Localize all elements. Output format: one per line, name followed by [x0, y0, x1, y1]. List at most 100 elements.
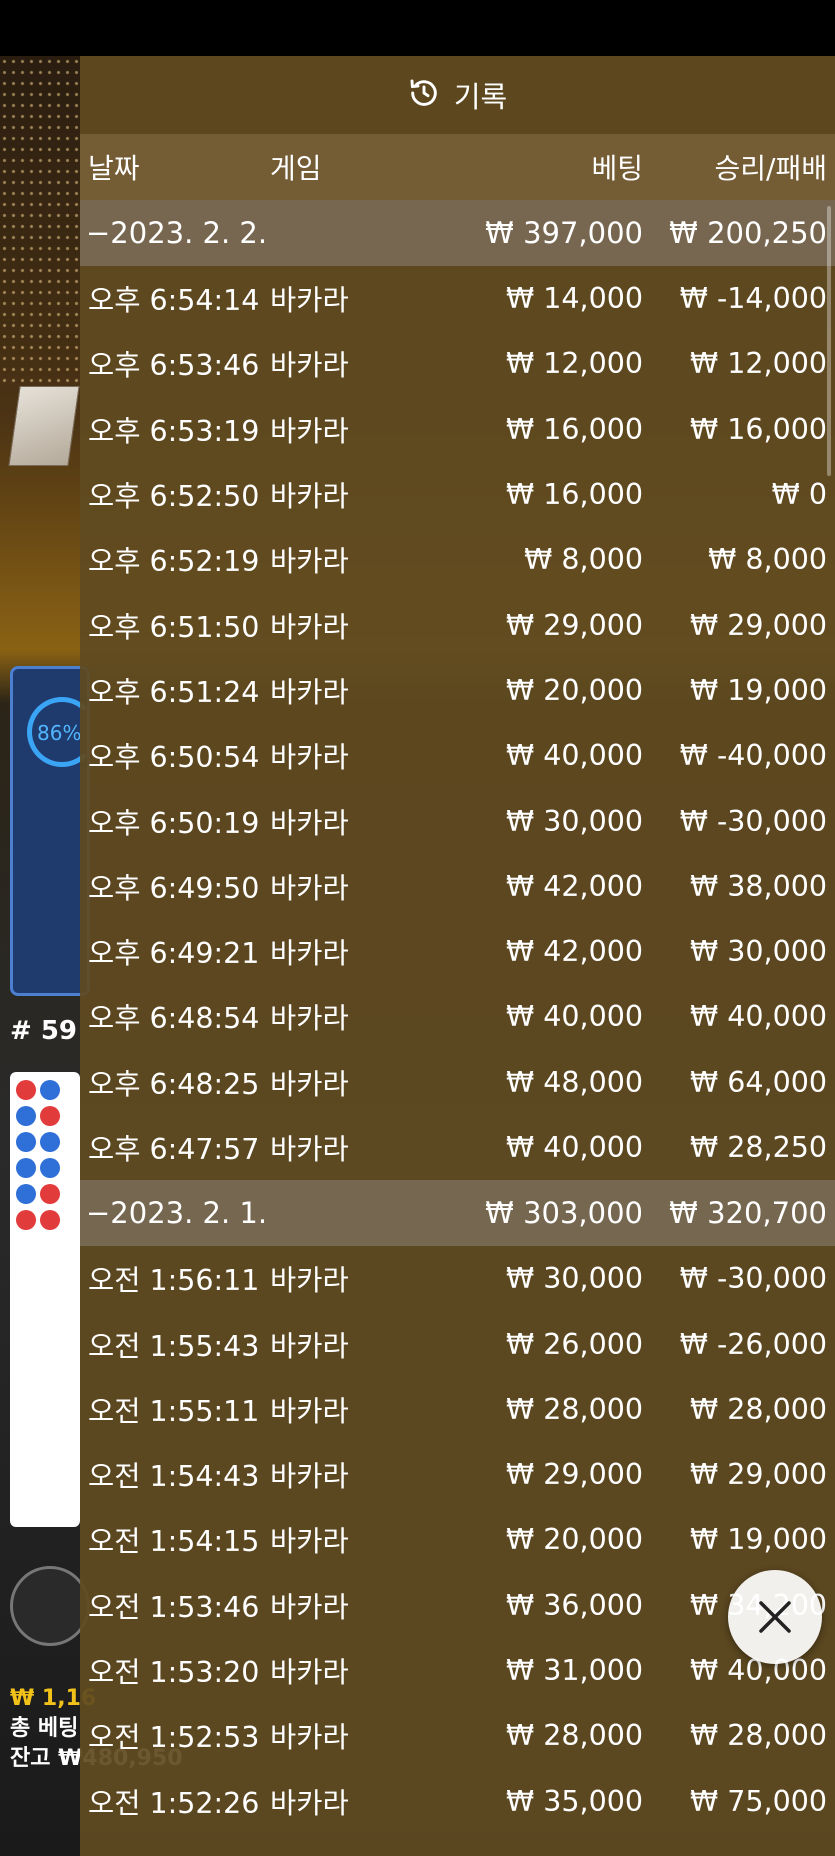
history-row[interactable]: 오후 6:53:19 바카라 ₩ 16,000 ₩ 16,000: [80, 397, 835, 462]
row-game: 바카라: [270, 284, 349, 318]
road-dot: [16, 1210, 36, 1230]
row-result: ₩ 28,000: [690, 1392, 827, 1426]
row-game: 바카라: [270, 741, 349, 775]
row-game: 바카라: [270, 1590, 349, 1624]
row-time: 오후 6:52:19: [88, 545, 260, 579]
history-row[interactable]: 오후 6:51:50 바카라 ₩ 29,000 ₩ 29,000: [80, 592, 835, 657]
row-result: ₩ 29,000: [690, 1458, 827, 1492]
row-time: 오전 1:55:11: [88, 1394, 260, 1428]
panel-title: 기록: [453, 80, 508, 114]
row-game: 바카라: [270, 1329, 349, 1363]
row-time: 오후 6:49:50: [88, 871, 260, 905]
history-row[interactable]: 오전 1:54:15 바카라 ₩ 20,000 ₩ 19,000: [80, 1507, 835, 1572]
row-bet: ₩ 28,000: [506, 1719, 643, 1753]
history-row[interactable]: 오후 6:48:25 바카라 ₩ 48,000 ₩ 64,000: [80, 1050, 835, 1115]
group-date: −2023. 2. 1.: [86, 1196, 268, 1231]
row-game: 바카라: [270, 1656, 349, 1690]
row-time: 오전 1:54:15: [88, 1525, 260, 1559]
row-time: 오전 1:56:11: [88, 1264, 260, 1298]
bead-road: [10, 1072, 80, 1527]
row-result: ₩ 38,000: [690, 869, 827, 903]
column-date: 날짜: [88, 152, 140, 185]
close-button[interactable]: [728, 1570, 822, 1664]
row-bet: ₩ 29,000: [506, 1458, 643, 1492]
road-dot: [16, 1132, 36, 1152]
row-bet: ₩ 12,000: [506, 347, 643, 381]
history-row[interactable]: 오후 6:51:24 바카라 ₩ 20,000 ₩ 19,000: [80, 658, 835, 723]
row-time: 오후 6:52:50: [88, 480, 260, 514]
row-result: ₩ -14,000: [679, 282, 827, 316]
row-bet: ₩ 20,000: [506, 673, 643, 707]
row-bet: ₩ 31,000: [506, 1654, 643, 1688]
row-game: 바카라: [270, 1525, 349, 1559]
row-game: 바카라: [270, 414, 349, 448]
history-row[interactable]: 오후 6:49:21 바카라 ₩ 42,000 ₩ 30,000: [80, 919, 835, 984]
row-time: 오전 1:55:43: [88, 1329, 260, 1363]
row-bet: ₩ 20,000: [506, 1523, 643, 1557]
row-time: 오후 6:50:19: [88, 806, 260, 840]
row-bet: ₩ 30,000: [506, 804, 643, 838]
history-row[interactable]: 오후 6:52:50 바카라 ₩ 16,000 ₩ 0: [80, 462, 835, 527]
history-row[interactable]: 오전 1:56:11 바카라 ₩ 30,000 ₩ -30,000: [80, 1246, 835, 1311]
history-row[interactable]: 오전 1:53:20 바카라 ₩ 31,000 ₩ 40,000: [80, 1638, 835, 1703]
history-row[interactable]: 오전 1:55:43 바카라 ₩ 26,000 ₩ -26,000: [80, 1311, 835, 1376]
row-game: 바카라: [270, 806, 349, 840]
chip-selector[interactable]: [10, 1566, 90, 1646]
row-result: ₩ 19,000: [690, 1523, 827, 1557]
row-result: ₩ 40,000: [690, 1000, 827, 1034]
row-time: 오후 6:47:57: [88, 1133, 260, 1166]
scrollbar[interactable]: [827, 206, 831, 476]
row-time: 오전 1:54:43: [88, 1460, 260, 1494]
history-row[interactable]: 오후 6:48:54 바카라 ₩ 40,000 ₩ 40,000: [80, 984, 835, 1049]
row-game: 바카라: [270, 1002, 349, 1036]
history-row[interactable]: 오전 1:54:43 바카라 ₩ 29,000 ₩ 29,000: [80, 1442, 835, 1507]
road-dot: [16, 1080, 36, 1100]
row-bet: ₩ 42,000: [506, 869, 643, 903]
history-list[interactable]: −2023. 2. 2. ₩ 397,000 ₩ 200,250 오후 6:54:14…: [80, 200, 835, 1834]
group-bet-total: ₩ 397,000: [485, 216, 643, 250]
row-bet: ₩ 16,000: [506, 478, 643, 512]
row-result: ₩ 19,000: [690, 673, 827, 707]
row-bet: ₩ 40,000: [506, 739, 643, 773]
row-bet: ₩ 42,000: [506, 935, 643, 969]
column-bet: 베팅: [591, 152, 643, 185]
date-group-row[interactable]: −2023. 2. 2. ₩ 397,000 ₩ 200,250: [80, 200, 835, 266]
road-dot: [16, 1106, 36, 1126]
history-row[interactable]: 오후 6:50:54 바카라 ₩ 40,000 ₩ -40,000: [80, 723, 835, 788]
row-game: 바카라: [270, 349, 349, 383]
history-row[interactable]: 오전 1:55:11 바카라 ₩ 28,000 ₩ 28,000: [80, 1377, 835, 1442]
row-time: 오후 6:53:19: [88, 414, 260, 448]
row-result: ₩ -26,000: [679, 1327, 827, 1361]
status-bar: [0, 0, 835, 56]
row-result: ₩ 29,000: [690, 608, 827, 642]
row-time: 오후 6:50:54: [88, 741, 260, 775]
row-result: ₩ 75,000: [690, 1784, 827, 1818]
row-bet: ₩ 40,000: [506, 1131, 643, 1164]
history-row[interactable]: 오전 1:52:26 바카라 ₩ 35,000 ₩ 75,000: [80, 1769, 835, 1834]
history-row[interactable]: 오후 6:49:50 바카라 ₩ 42,000 ₩ 38,000: [80, 854, 835, 919]
date-group-row[interactable]: −2023. 2. 1. ₩ 303,000 ₩ 320,700: [80, 1180, 835, 1247]
row-time: 오후 6:48:54: [88, 1002, 260, 1036]
casino-backdrop: [0, 56, 80, 386]
history-row[interactable]: 오전 1:53:46바카라₩ 36,000₩ 34,200: [80, 1573, 835, 1638]
row-result: ₩ 28,000: [690, 1719, 827, 1753]
history-row[interactable]: 오후 6:47:57 바카라 ₩ 40,000 ₩ 28,250: [80, 1115, 835, 1180]
history-row[interactable]: 오후 6:52:19 바카라 ₩ 8,000 ₩ 8,000: [80, 527, 835, 592]
history-row[interactable]: 오전 1:52:53 바카라 ₩ 28,000 ₩ 28,000: [80, 1703, 835, 1768]
road-dot: [40, 1158, 60, 1178]
group-date: −2023. 2. 2.: [86, 216, 268, 250]
row-game: 바카라: [270, 675, 349, 709]
card-shoe: [8, 386, 80, 466]
row-game: 바카라: [270, 1067, 349, 1101]
row-time: 오후 6:53:46: [88, 349, 260, 383]
row-game: 바카라: [270, 1133, 349, 1166]
history-row[interactable]: 오후 6:54:14 바카라 ₩ 14,000 ₩ -14,000: [80, 266, 835, 331]
history-row[interactable]: 오후 6:53:46 바카라 ₩ 12,000 ₩ 12,000: [80, 331, 835, 396]
road-dot: [40, 1210, 60, 1230]
row-game: 바카라: [270, 1786, 349, 1820]
history-row[interactable]: 오후 6:50:19 바카라 ₩ 30,000 ₩ -30,000: [80, 788, 835, 853]
road-dot: [40, 1080, 60, 1100]
road-dot: [40, 1132, 60, 1152]
row-game: 바카라: [270, 545, 349, 579]
row-game: 바카라: [270, 871, 349, 905]
